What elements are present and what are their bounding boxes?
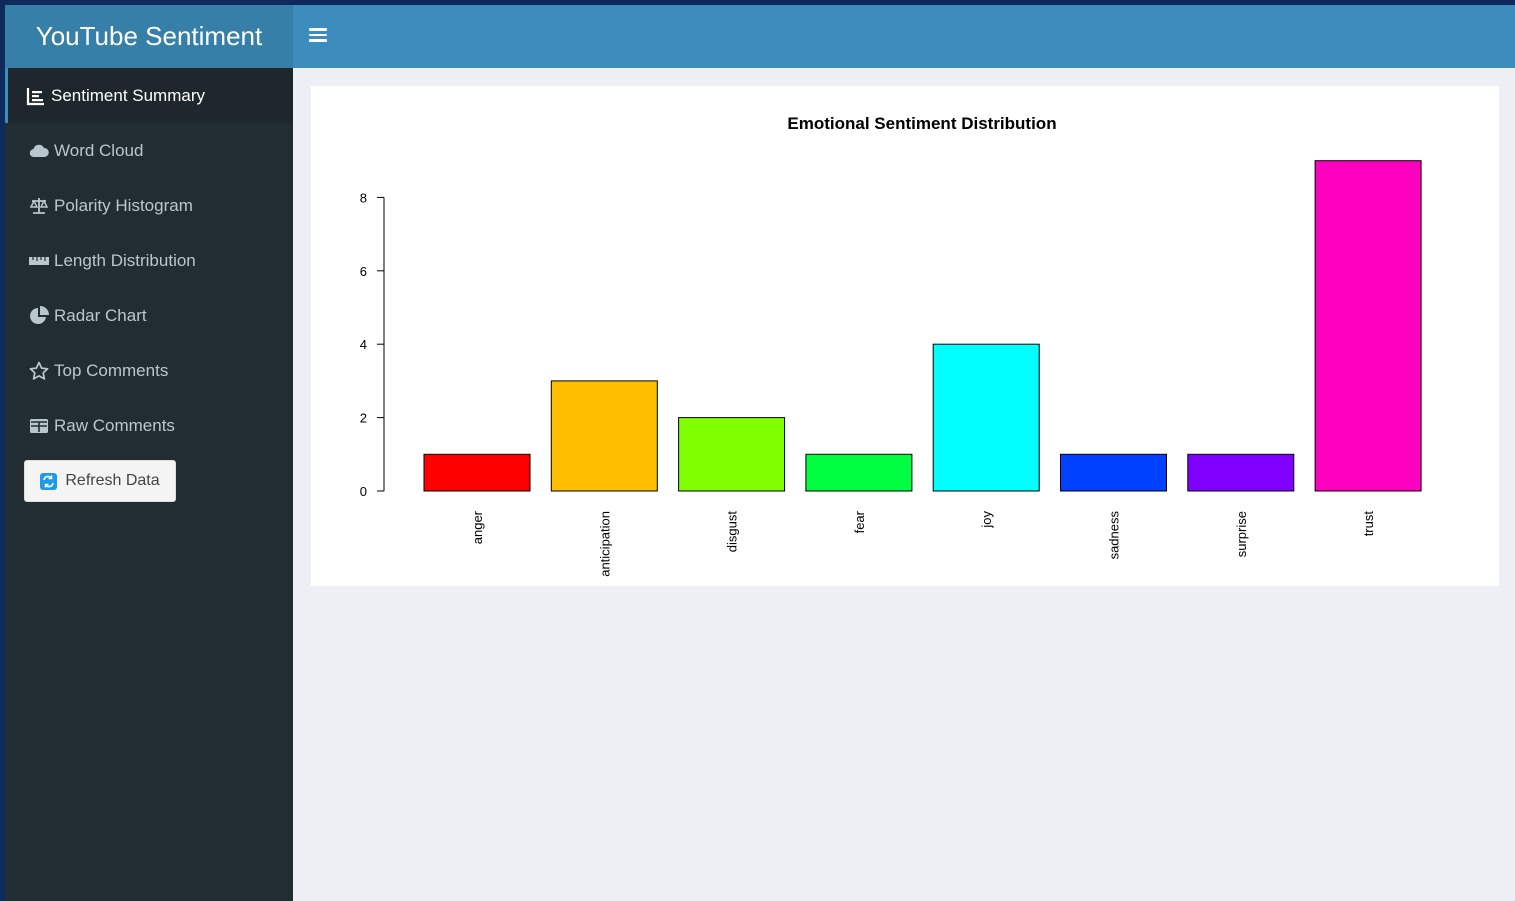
- x-tick-label: sadness: [1107, 511, 1122, 560]
- y-tick-label: 8: [360, 190, 367, 205]
- y-tick-label: 0: [360, 484, 367, 499]
- cloud-icon: [29, 141, 51, 161]
- table-icon: [29, 416, 51, 436]
- chart-panel: Emotional Sentiment Distribution 0 2 4 6 8 an…: [311, 86, 1499, 586]
- sidebar-item-label: Sentiment Summary: [51, 85, 205, 105]
- bar-anger: [423, 453, 531, 492]
- y-tick-label: 6: [360, 264, 367, 279]
- sidebar-item-label: Raw Comments: [54, 415, 175, 435]
- bar-disgust: [678, 417, 786, 492]
- sidebar-item-label: Polarity Histogram: [54, 195, 193, 215]
- sidebar-item-raw-comments[interactable]: Raw Comments: [5, 398, 293, 453]
- bar-anticipation: [550, 380, 658, 492]
- sidebar-item-label: Radar Chart: [54, 305, 147, 325]
- sidebar: Sentiment Summary Word Cloud Polarity Hi…: [5, 68, 293, 901]
- app-title[interactable]: YouTube Sentiment: [5, 5, 293, 68]
- refresh-button-label: Refresh Data: [65, 472, 160, 489]
- sidebar-item-sentiment-summary[interactable]: Sentiment Summary: [5, 68, 293, 123]
- sidebar-item-word-cloud[interactable]: Word Cloud: [5, 123, 293, 178]
- y-tick-label: 2: [360, 411, 367, 426]
- bar-chart-icon: [26, 86, 48, 106]
- top-navbar: [293, 5, 1515, 68]
- x-tick-label: joy: [979, 511, 994, 529]
- y-tick-label: 4: [360, 337, 367, 352]
- x-tick-label: surprise: [1234, 511, 1249, 557]
- pie-chart-icon: [29, 305, 51, 326]
- sidebar-item-label: Length Distribution: [54, 250, 196, 270]
- refresh-icon: [40, 472, 58, 490]
- bar-surprise: [1187, 453, 1295, 492]
- x-tick-label: anticipation: [597, 511, 612, 577]
- sidebar-item-top-comments[interactable]: Top Comments: [5, 343, 293, 398]
- bar-fear: [805, 453, 913, 492]
- x-tick-label: fear: [852, 510, 867, 533]
- sidebar-item-label: Word Cloud: [54, 140, 144, 160]
- sidebar-item-length-distribution[interactable]: Length Distribution: [5, 233, 293, 288]
- emotion-bar-chart: Emotional Sentiment Distribution 0 2 4 6 8 an…: [360, 114, 1422, 577]
- sidebar-item-radar-chart[interactable]: Radar Chart: [5, 288, 293, 343]
- app-window: YouTube Sentiment Sentiment Summary Word…: [5, 5, 1515, 901]
- bar-joy: [932, 343, 1040, 492]
- x-tick-label: trust: [1361, 511, 1376, 537]
- chart-title: Emotional Sentiment Distribution: [787, 114, 1056, 133]
- sidebar-item-label: Top Comments: [54, 360, 169, 380]
- refresh-data-button[interactable]: Refresh Data: [24, 460, 176, 502]
- balance-scale-icon: [29, 196, 51, 216]
- ruler-icon: [29, 251, 51, 271]
- sidebar-item-polarity-histogram[interactable]: Polarity Histogram: [5, 178, 293, 233]
- bar-sadness: [1060, 453, 1167, 492]
- bar-trust: [1314, 160, 1422, 492]
- x-tick-label: disgust: [725, 511, 740, 553]
- star-icon: [29, 361, 51, 381]
- sidebar-toggle-icon[interactable]: [309, 25, 327, 49]
- x-tick-label: anger: [470, 510, 485, 544]
